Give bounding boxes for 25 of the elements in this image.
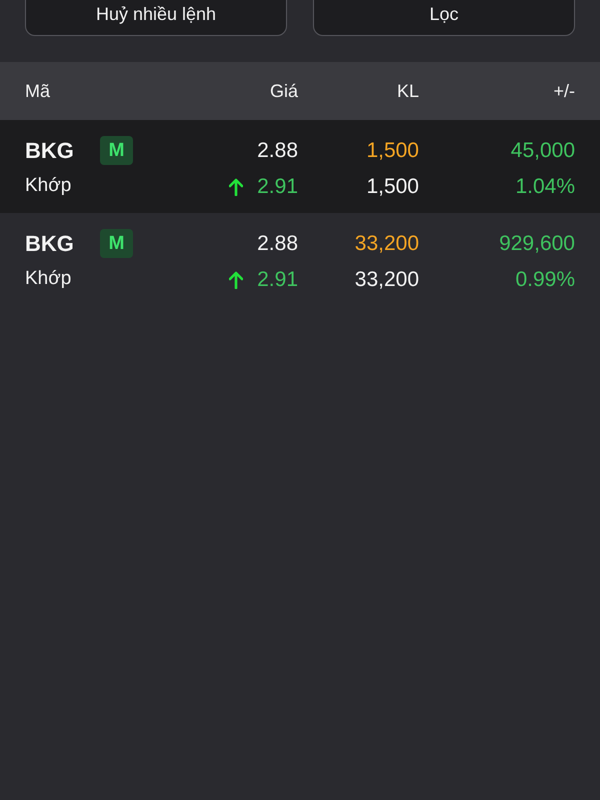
column-header: Giá bbox=[270, 80, 298, 102]
change-value: 45,000 bbox=[510, 138, 575, 164]
change-percent-value: 1.04% bbox=[515, 174, 575, 200]
change-value: 929,600 bbox=[499, 230, 575, 257]
market-badge: M bbox=[100, 136, 133, 165]
matched-volume-value: 33,200 bbox=[354, 266, 419, 293]
price-value: 2.88 bbox=[257, 230, 298, 257]
matched-price-value: 2.91 bbox=[257, 266, 298, 293]
matched-volume-value: 1,500 bbox=[366, 174, 419, 200]
order-row[interactable]: BKG M 2.88 1,500 45,000 Khớp 2.91 1,500 1.04% bbox=[0, 120, 600, 213]
price-value: 2.88 bbox=[257, 138, 298, 164]
volume-value: 33,200 bbox=[354, 230, 419, 257]
column-header: KL bbox=[396, 80, 419, 102]
column-header: +/- bbox=[553, 80, 575, 102]
stock-symbol: BKG bbox=[25, 230, 75, 258]
change-percent-value: 0.99% bbox=[515, 266, 575, 293]
toolbar-button[interactable]: Lọc bbox=[313, 0, 575, 36]
order-status: Khớp bbox=[25, 267, 72, 292]
volume-value: 1,500 bbox=[366, 138, 419, 164]
column-header: Mã bbox=[25, 80, 50, 102]
market-badge: M bbox=[100, 229, 133, 258]
stock-symbol: BKG bbox=[25, 137, 75, 165]
order-status: Khớp bbox=[25, 174, 72, 198]
toolbar-button[interactable]: Huỷ nhiều lệnh bbox=[25, 0, 287, 36]
matched-price-value: 2.91 bbox=[257, 174, 298, 200]
